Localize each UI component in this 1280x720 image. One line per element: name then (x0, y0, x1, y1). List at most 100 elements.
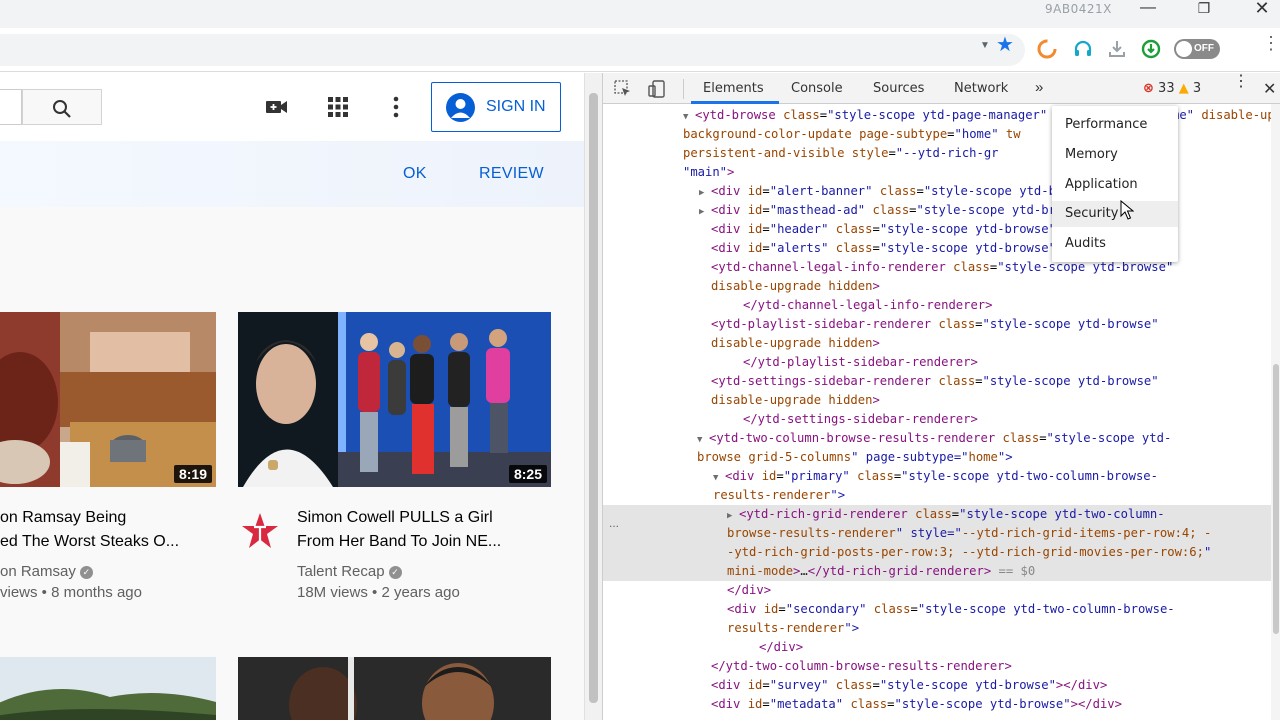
dom-node-line[interactable]: <ytd-settings-sidebar-renderer class="st… (603, 372, 1271, 391)
video-title-line: Simon Cowell PULLS a Girl (297, 509, 493, 526)
video-title-line: on Ramsay Being (0, 509, 127, 526)
video-thumbnail[interactable]: 8:19 (0, 312, 216, 487)
dom-node-line[interactable]: browse grid-5-columns" page-subtype="hom… (603, 448, 1271, 467)
channel-label: Talent Recap (297, 563, 385, 580)
gutter-ellipsis-icon[interactable]: ... (609, 516, 619, 530)
more-tabs-chevron-icon[interactable]: » (1035, 79, 1043, 96)
video-thumbnail[interactable]: 8:25 (238, 312, 551, 487)
video-channel-name[interactable]: on Ramsay ✓ (0, 561, 93, 583)
channel-label: on Ramsay (0, 563, 76, 580)
more-vert-icon[interactable] (386, 95, 412, 119)
tab-console[interactable]: Console (791, 81, 843, 96)
dom-node-line[interactable]: </div> (603, 581, 1271, 600)
sign-in-label: SIGN IN (486, 98, 546, 115)
warning-icon: ▲ (1178, 81, 1189, 96)
video-duration: 8:25 (508, 465, 547, 483)
dom-node-line-selected[interactable]: -ytd-rich-grid-posts-per-row:3; --ytd-ri… (603, 543, 1271, 562)
dom-node-line[interactable]: ▼ <ytd-two-column-browse-results-renderer… (603, 429, 1271, 448)
menu-item-performance[interactable]: Performance (1052, 112, 1178, 138)
error-icon: ⊗ (1143, 81, 1154, 96)
tab-sources[interactable]: Sources (873, 81, 924, 96)
bookmark-star-icon[interactable]: ★ (996, 35, 1014, 55)
window-minimize-button[interactable]: — (1128, 0, 1168, 26)
video-channel-name[interactable]: Talent Recap ✓ (297, 561, 402, 583)
page-scrollbar[interactable] (584, 73, 602, 720)
headphones-extension-icon[interactable] (1072, 38, 1094, 60)
dom-node-line[interactable]: disable-upgrade hidden> (603, 277, 1271, 296)
dom-node-line[interactable]: <div id="secondary" class="style-scope y… (603, 600, 1271, 619)
mouse-cursor-icon (1120, 200, 1134, 220)
browser-toolbar: ▼ ★ OFF ⋮ (0, 28, 1280, 72)
banner-ok-button[interactable]: OK (403, 165, 427, 183)
devtools-panel: Elements Console Sources Network » ⊗ 33 … (602, 73, 1280, 720)
verified-badge-icon: ✓ (388, 565, 402, 579)
page-scroll-thumb[interactable] (589, 93, 598, 703)
dom-node-line[interactable]: results-renderer"> (603, 619, 1271, 638)
error-count: 33 (1158, 81, 1175, 96)
video-title-line: ed The Worst Steaks O... (0, 533, 180, 550)
more-tabs-menu: Performance Memory Application Security … (1052, 106, 1178, 262)
thumbnail-image (238, 657, 551, 720)
device-toolbar-icon[interactable] (647, 79, 667, 99)
account-avatar-icon (446, 93, 475, 122)
dom-node-line[interactable]: </div> (603, 638, 1271, 657)
download-extension-icon[interactable] (1106, 38, 1128, 60)
address-bar[interactable] (0, 34, 1025, 66)
dom-node-line[interactable]: </ytd-playlist-sidebar-renderer> (603, 353, 1271, 372)
youtube-header: SIGN IN (0, 73, 584, 141)
dom-node-line[interactable]: </ytd-channel-legal-info-renderer> (603, 296, 1271, 315)
issues-counter[interactable]: ⊗ 33 ▲ 3 (1143, 81, 1201, 96)
search-input[interactable] (0, 89, 22, 125)
sign-in-button[interactable]: SIGN IN (431, 82, 561, 132)
window-titlebar: 9AB0421X — ❐ ✕ (0, 0, 1280, 28)
video-title[interactable]: Simon Cowell PULLS a Girl From Her Band … (297, 506, 527, 554)
browser-menu-icon[interactable]: ⋮ (1262, 34, 1280, 52)
tab-elements[interactable]: Elements (703, 81, 764, 96)
dom-node-line[interactable]: <div id="survey" class="style-scope ytd-… (603, 676, 1271, 695)
dom-node-line[interactable]: <ytd-playlist-sidebar-renderer class="st… (603, 315, 1271, 334)
dom-node-line[interactable]: disable-upgrade hidden> (603, 334, 1271, 353)
toggle-knob (1176, 41, 1192, 57)
channel-avatar-icon[interactable] (240, 511, 280, 551)
dom-scroll-thumb[interactable] (1273, 364, 1279, 634)
video-thumbnail[interactable] (0, 657, 216, 720)
dom-node-line[interactable]: results-renderer"> (603, 486, 1271, 505)
devtools-close-icon[interactable]: ✕ (1263, 79, 1276, 99)
toolbar-divider (683, 79, 684, 99)
create-video-icon[interactable] (264, 95, 290, 119)
window-maximize-button[interactable]: ❐ (1184, 0, 1224, 26)
dom-node-line[interactable]: </ytd-two-column-browse-results-renderer… (603, 657, 1271, 676)
thumbnail-image (0, 657, 216, 720)
search-button[interactable] (22, 89, 102, 125)
dom-node-line-selected[interactable]: ▶ <ytd-rich-grid-renderer class="style-sc… (603, 505, 1271, 524)
dom-node-line[interactable]: disable-upgrade hidden> (603, 391, 1271, 410)
menu-item-application[interactable]: Application (1052, 172, 1178, 198)
consent-banner: OK REVIEW (0, 141, 584, 207)
dom-node-line-selected[interactable]: mini-mode>…</ytd-rich-grid-renderer> == … (603, 562, 1271, 581)
dom-node-line-selected[interactable]: browse-results-renderer" style="--ytd-ri… (603, 524, 1271, 543)
warning-count: 3 (1192, 81, 1202, 96)
menu-item-audits[interactable]: Audits (1052, 231, 1178, 257)
banner-review-button[interactable]: REVIEW (479, 165, 544, 183)
toggle-label: OFF (1194, 43, 1214, 54)
apps-grid-icon[interactable] (325, 95, 351, 119)
search-icon (53, 100, 71, 118)
window-title: 9AB0421X (1045, 2, 1112, 16)
devtools-menu-icon[interactable]: ⋮ (1233, 74, 1249, 90)
tab-network[interactable]: Network (954, 81, 1008, 96)
thumbnail-image (238, 312, 551, 487)
menu-item-security[interactable]: Security (1052, 201, 1178, 227)
dom-node-line[interactable]: </ytd-settings-sidebar-renderer> (603, 410, 1271, 429)
address-dropdown-icon[interactable]: ▼ (980, 40, 990, 51)
dom-tree-scrollbar[interactable] (1271, 104, 1280, 720)
extension-off-toggle[interactable]: OFF (1174, 39, 1220, 59)
window-close-button[interactable]: ✕ (1242, 0, 1280, 26)
inspect-element-icon[interactable] (613, 79, 633, 99)
menu-item-memory[interactable]: Memory (1052, 142, 1178, 168)
dom-node-line[interactable]: <div id="metadata" class="style-scope yt… (603, 695, 1271, 714)
power-extension-icon[interactable] (1140, 38, 1162, 60)
extension-orange-icon[interactable] (1036, 38, 1058, 60)
video-thumbnail[interactable] (238, 657, 551, 720)
video-title[interactable]: on Ramsay Being ed The Worst Steaks O... (0, 506, 230, 554)
dom-node-line[interactable]: ▼ <div id="primary" class="style-scope yt… (603, 467, 1271, 486)
